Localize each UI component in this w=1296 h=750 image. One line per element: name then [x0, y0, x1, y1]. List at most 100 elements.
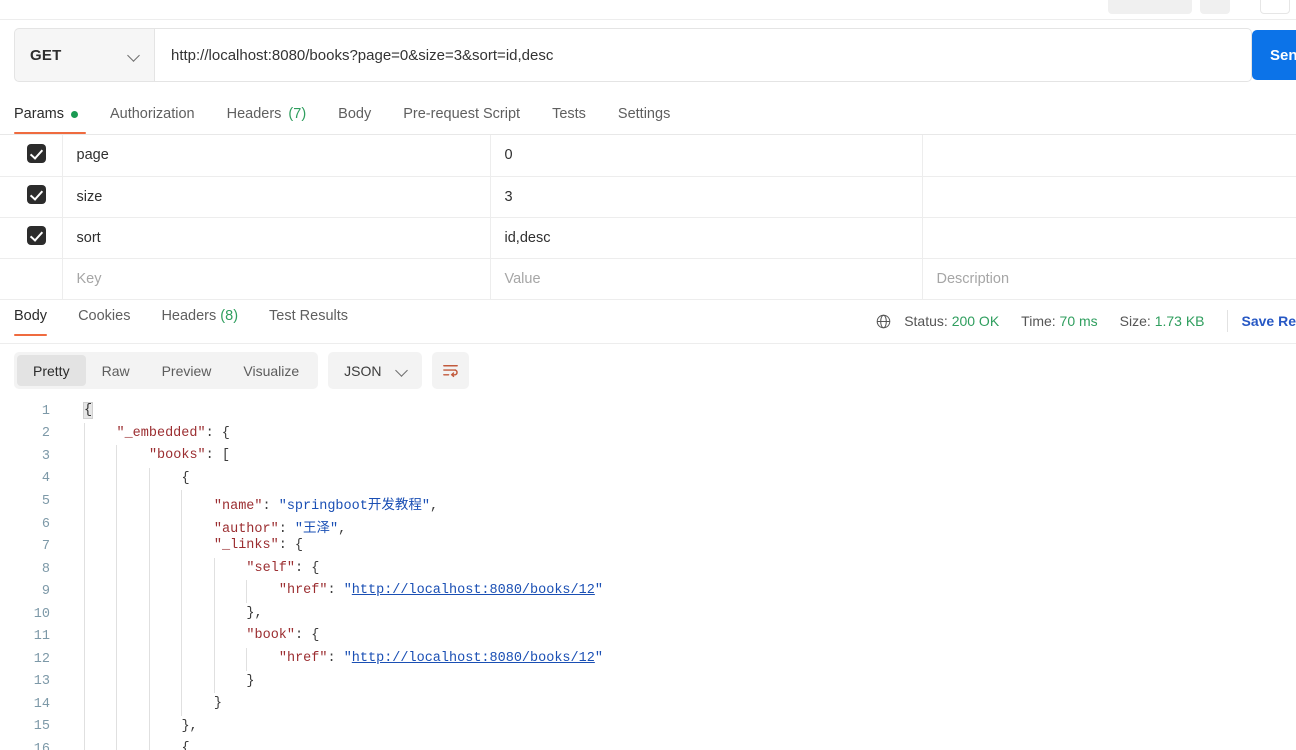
send-button[interactable]: Send — [1252, 30, 1296, 80]
code-line-text: { — [181, 471, 189, 486]
param-description-cell[interactable] — [922, 217, 1296, 259]
http-method-dropdown[interactable]: GET — [14, 28, 154, 82]
param-checkbox[interactable] — [27, 143, 46, 163]
code-line-text: { — [82, 402, 94, 419]
code-line: 14} — [0, 693, 1296, 716]
param-description-cell[interactable] — [922, 176, 1296, 218]
code-line: 9 "href": "http://localhost:8080/books/12… — [0, 580, 1296, 603]
request-tab-pre-request-script[interactable]: Pre-request Script — [403, 106, 537, 134]
request-tab-label: Body — [338, 106, 372, 122]
line-number: 7 — [41, 539, 50, 555]
line-number: 14 — [33, 696, 50, 712]
code-token: " — [594, 651, 603, 667]
param-enabled-cell — [0, 176, 63, 218]
param-value-cell-empty[interactable]: Value — [490, 258, 923, 300]
param-value-cell[interactable]: 0 — [490, 135, 923, 177]
response-tab-body[interactable]: Body — [14, 308, 48, 336]
indent-guides — [62, 693, 1296, 716]
param-value-cell[interactable]: 3 — [490, 176, 923, 218]
wrap-text-icon — [442, 365, 458, 378]
line-number: 5 — [41, 493, 50, 509]
param-description-cell-empty[interactable]: Description — [922, 258, 1296, 300]
param-description-cell[interactable] — [922, 135, 1296, 177]
response-tab-count: (8) — [220, 308, 239, 324]
request-tab-label: Params — [14, 106, 64, 122]
view-mode-raw[interactable]: Raw — [86, 355, 146, 386]
time-label: Time: — [1021, 313, 1056, 329]
code-line: 13} — [0, 670, 1296, 694]
line-number: 13 — [33, 674, 50, 690]
code-line-text: "href": "http://localhost:8080/books/12" — [279, 651, 603, 666]
param-key-value: size — [76, 188, 103, 205]
request-tab-count: (7) — [288, 106, 307, 122]
code-line: 8 "self": { — [0, 557, 1296, 581]
request-tab-tests[interactable]: Tests — [552, 106, 603, 134]
code-line: 6 "author": "王泽", — [0, 512, 1296, 537]
response-tab-label: Cookies — [78, 308, 131, 324]
url-input[interactable]: http://localhost:8080/books?page=0&size=… — [154, 28, 1252, 82]
response-tab-cookies[interactable]: Cookies — [78, 308, 130, 335]
postman-request-response-view: GET http://localhost:8080/books?page=0&s… — [0, 0, 1296, 750]
code-token: : { — [205, 425, 230, 441]
indent-guides — [62, 467, 1296, 491]
code-token: : { — [295, 628, 320, 644]
code-token: }, — [246, 605, 263, 621]
param-checkbox[interactable] — [27, 226, 46, 245]
response-tab-test-results[interactable]: Test Results — [269, 308, 348, 335]
request-tab-body[interactable]: Body — [338, 106, 388, 134]
code-line-text: } — [246, 674, 254, 689]
query-params-table: page 0 size 3 sort id,desc Key Value Description — [0, 134, 1296, 300]
table-row-empty: Key Value Description — [0, 258, 1296, 300]
param-key-cell[interactable]: size — [62, 176, 491, 218]
time-value: 70 ms — [1059, 313, 1098, 329]
code-token: } — [213, 696, 223, 712]
param-value-value: 0 — [504, 147, 513, 164]
indent-guides — [62, 422, 1296, 446]
request-tab-headers[interactable]: Headers (7) — [227, 106, 324, 134]
http-method-label: GET — [30, 46, 62, 64]
code-token: " — [594, 583, 603, 599]
param-checkbox[interactable] — [27, 185, 46, 204]
code-line: 4{ — [0, 467, 1296, 491]
param-value-cell[interactable]: id,desc — [490, 217, 923, 259]
view-mode-visualize[interactable]: Visualize — [227, 355, 315, 386]
code-token: " — [343, 583, 352, 599]
status-divider — [1226, 310, 1228, 332]
response-body-code-viewer[interactable]: 1{2 "_embedded": {3 "books": [4{5 "name": "… — [0, 400, 1296, 750]
code-line: 2 "_embedded": { — [0, 422, 1296, 446]
view-mode-pretty[interactable]: Pretty — [17, 355, 86, 386]
request-tab-params[interactable]: Params — [14, 106, 95, 134]
response-tab-label: Headers — [161, 308, 221, 324]
param-key-cell-empty[interactable]: Key — [62, 258, 491, 300]
view-mode-preview[interactable]: Preview — [146, 355, 228, 386]
toolbar-ghost-button-1[interactable] — [1108, 0, 1192, 14]
code-token: { — [82, 402, 94, 419]
request-tab-authorization[interactable]: Authorization — [110, 106, 212, 134]
indent-guides — [62, 400, 1296, 423]
code-line: 1{ — [0, 400, 1296, 423]
code-link[interactable]: http://localhost:8080/books/12 — [352, 583, 595, 598]
line-number: 8 — [41, 561, 50, 577]
save-response-button[interactable]: Save Re — [1242, 313, 1296, 329]
param-key-cell[interactable]: sort — [62, 217, 491, 259]
table-row: page 0 — [0, 135, 1296, 177]
code-line: 16 { — [0, 738, 1296, 750]
response-tab-label: Test Results — [269, 308, 349, 324]
wrap-text-button[interactable] — [431, 352, 469, 389]
code-line-text: }, — [246, 606, 262, 621]
request-tab-label: Headers — [226, 106, 282, 122]
response-viewer-controls: Pretty Raw Preview Visualize JSON — [14, 352, 469, 389]
code-token: "self" — [246, 560, 295, 576]
code-token: : [ — [205, 448, 230, 464]
toolbar-ghost-button-2[interactable] — [1200, 0, 1230, 14]
request-tab-settings[interactable]: Settings — [618, 106, 687, 134]
code-token: "_links" — [213, 538, 279, 554]
response-format-dropdown[interactable]: JSON — [328, 352, 422, 389]
request-url-bar: GET http://localhost:8080/books?page=0&s… — [14, 28, 1252, 82]
toolbar-ghost-button-3[interactable] — [1260, 0, 1290, 14]
code-token: }, — [181, 718, 198, 734]
code-link[interactable]: http://localhost:8080/books/12 — [352, 651, 595, 666]
response-tab-headers[interactable]: Headers (8) — [161, 308, 238, 335]
code-line: 11 "book": { — [0, 625, 1296, 649]
param-key-cell[interactable]: page — [62, 135, 491, 177]
